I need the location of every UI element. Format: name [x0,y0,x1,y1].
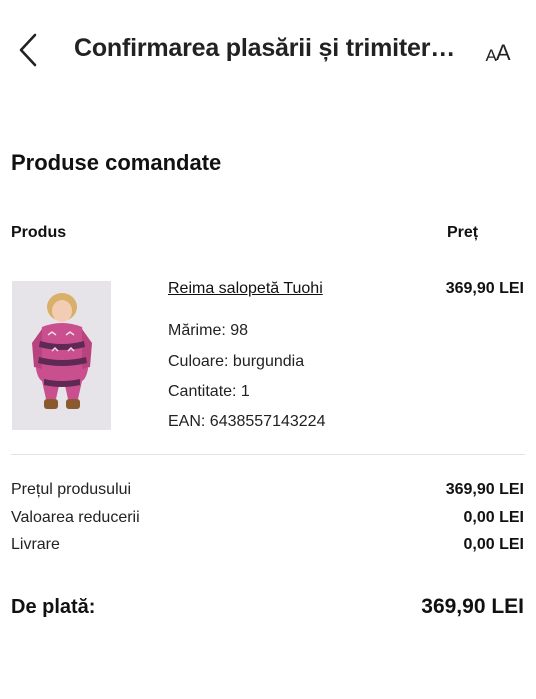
text-size-large-letter: A [495,40,511,65]
chevron-left-icon [19,33,37,67]
page-title: Confirmarea plasării și trimitere... [74,34,464,62]
summary-value-product-price: 369,90 LEI [445,481,524,498]
text-size-icon[interactable]: A A [480,36,516,65]
column-header-price: Preț [447,224,479,241]
child-snowsuit-photo [12,281,111,430]
header-bar: Confirmarea plasării și trimitere... A A [0,0,536,100]
summary-label-product-price: Prețul produsului [11,481,132,498]
product-image[interactable] [12,281,111,430]
summary-value-delivery: 0,00 LEI [463,536,524,553]
product-ean: EAN: 6438557143224 [168,413,326,430]
product-quantity: Cantitate: 1 [168,383,250,400]
product-size: Mărime: 98 [168,322,249,339]
back-button[interactable] [14,30,42,70]
product-color: Culoare: burgundia [168,353,305,370]
column-header-product: Produs [11,224,67,241]
summary-label-discount: Valoarea reducerii [11,509,140,526]
summary-value-discount: 0,00 LEI [463,509,524,526]
total-label: De plată: [11,596,96,618]
divider [11,454,525,455]
product-name-link[interactable]: Reima salopetă Tuohi [168,280,323,298]
total-value: 369,90 LEI [421,595,524,618]
summary-label-delivery: Livrare [11,536,60,553]
product-price: 369,90 LEI [445,280,524,297]
section-title: Produse comandate [11,150,222,175]
